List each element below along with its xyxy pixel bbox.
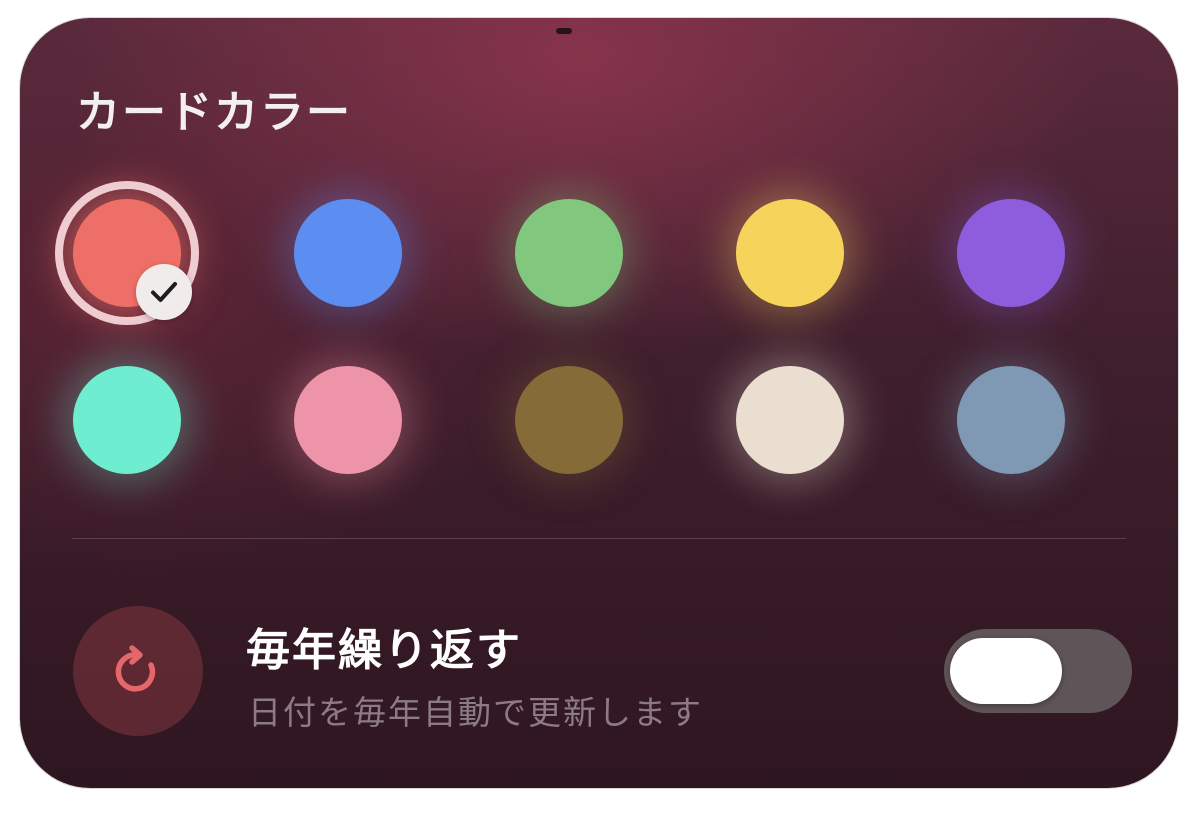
color-swatch-2[interactable] <box>294 199 402 307</box>
panel-notch <box>556 28 572 34</box>
refresh-icon <box>115 645 156 692</box>
section-divider <box>72 538 1126 539</box>
selected-check-badge <box>136 264 192 320</box>
color-swatch-10[interactable] <box>957 366 1065 474</box>
checkmark-icon <box>151 282 177 302</box>
color-swatch-9[interactable] <box>736 366 844 474</box>
color-swatch-4[interactable] <box>736 199 844 307</box>
color-swatch-7[interactable] <box>294 366 402 474</box>
repeat-yearly-description: 日付を毎年自動で更新します <box>248 693 703 732</box>
section-title: カードカラー <box>76 87 352 138</box>
toggle-knob <box>950 638 1062 704</box>
repeat-icon-circle <box>73 606 203 736</box>
repeat-yearly-title: 毎年繰り返す <box>246 625 522 676</box>
color-swatch-5[interactable] <box>957 199 1065 307</box>
repeat-yearly-toggle[interactable] <box>944 629 1132 713</box>
color-swatch-8[interactable] <box>515 366 623 474</box>
color-swatch-6[interactable] <box>73 366 181 474</box>
color-swatch-3[interactable] <box>515 199 623 307</box>
card-color-panel: カードカラー 毎年繰り返す 日付を毎年自動で更新します <box>20 18 1178 788</box>
